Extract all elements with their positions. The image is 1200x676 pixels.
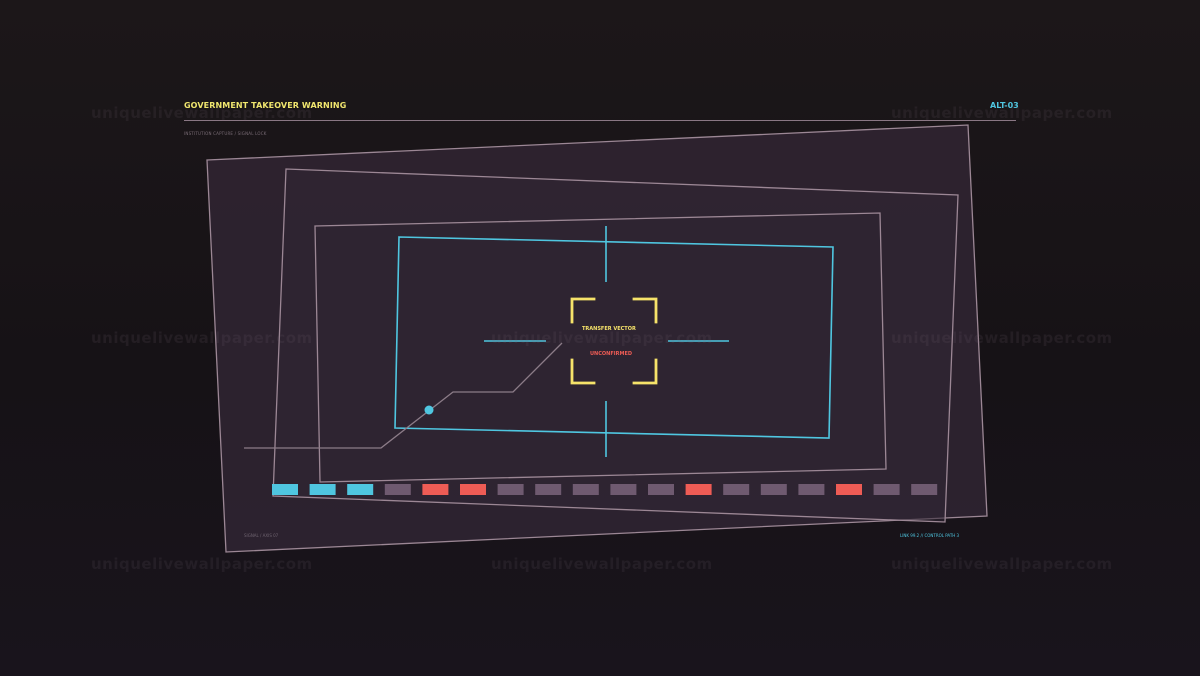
status-segment-active (309, 484, 336, 495)
watermark-mid-left: uniquelivewallpaper.com (91, 329, 313, 347)
status-segment-idle (572, 484, 599, 495)
wallpaper-stage: GOVERNMENT TAKEOVER WARNING ALT-03 INSTI… (0, 0, 1200, 676)
status-segment-idle (760, 484, 787, 495)
watermark-bottom-left: uniquelivewallpaper.com (91, 555, 313, 573)
status-segment-idle (610, 484, 637, 495)
footer-left-label: SIGNAL / AXIS 07 (244, 533, 279, 538)
target-status: UNCONFIRMED (590, 351, 633, 357)
footer-right-label: LINK 99.2 // CONTROL PATH 3 (900, 533, 960, 538)
watermark-bottom-center: uniquelivewallpaper.com (491, 555, 713, 573)
status-segment-idle (798, 484, 825, 495)
status-segment-active (272, 484, 298, 495)
watermark-top-left: uniquelivewallpaper.com (91, 104, 313, 122)
watermark-mid-right: uniquelivewallpaper.com (891, 329, 1113, 347)
status-segment-alert (460, 484, 486, 495)
signal-node-dot (424, 405, 434, 415)
page-subtitle: INSTITUTION CAPTURE / SIGNAL LOCK (184, 131, 267, 136)
status-segment-active (347, 484, 374, 495)
status-segment-idle (384, 484, 411, 495)
watermark-mid-center: uniquelivewallpaper.com (491, 329, 713, 347)
status-segment-idle (911, 484, 938, 495)
status-segment-alert (422, 484, 449, 495)
status-segment-idle (648, 484, 674, 495)
status-segment-idle (497, 484, 524, 495)
watermark-bottom-right: uniquelivewallpaper.com (891, 555, 1113, 573)
watermark-top-right: uniquelivewallpaper.com (891, 104, 1113, 122)
status-segment-alert (685, 484, 712, 495)
status-segment-idle (723, 484, 750, 495)
status-segment-idle (873, 484, 900, 495)
status-segment-alert (836, 484, 862, 495)
status-segment-idle (535, 484, 562, 495)
